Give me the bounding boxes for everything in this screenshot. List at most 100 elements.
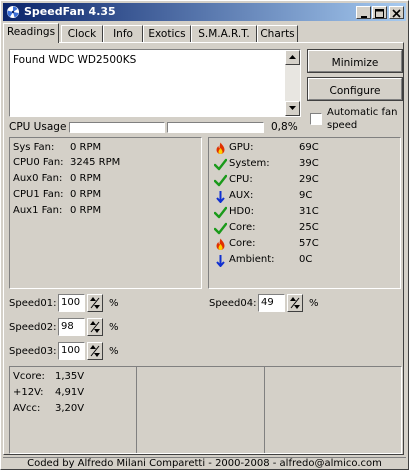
- speedfan-fan-icon: [7, 6, 19, 18]
- temp-value: 0C: [299, 254, 313, 265]
- speed02-unit: %: [109, 322, 119, 333]
- automatic-fan-label-line1: Automatic fan: [327, 107, 398, 118]
- fan-label: Aux1 Fan:: [13, 205, 63, 216]
- close-window-button[interactable]: [389, 6, 404, 19]
- title-bar[interactable]: SpeedFan 4.35: [3, 3, 406, 21]
- tab-readings[interactable]: Readings: [3, 23, 59, 43]
- checkmark-icon: [214, 174, 227, 187]
- minimize-button-label: Minimize: [331, 57, 379, 69]
- fan-value: 0 RPM: [70, 142, 102, 153]
- fan-row: CPU0 Fan: 3245 RPM: [13, 157, 120, 168]
- voltage-label: +12V:: [13, 387, 44, 398]
- fan-row: Aux0 Fan: 0 RPM: [13, 173, 101, 184]
- fan-readings-box: Sys Fan: 0 RPM CPU0 Fan: 3245 RPM Aux0 Fan…: [9, 137, 202, 289]
- updown-arrows-icon: [290, 297, 300, 309]
- temp-value: 31C: [299, 206, 319, 217]
- column-divider: [264, 367, 265, 453]
- speed03-updown-button[interactable]: [87, 342, 103, 360]
- temp-label: AUX:: [229, 190, 254, 201]
- fan-row: Aux1 Fan: 0 RPM: [13, 205, 101, 216]
- voltage-label: Vcore:: [13, 371, 45, 382]
- speed03-label: Speed03:: [9, 346, 57, 357]
- cpu-usage-label: CPU Usage: [9, 121, 67, 133]
- scroll-down-button[interactable]: [285, 101, 300, 116]
- automatic-fan-speed-checkbox[interactable]: [310, 113, 322, 125]
- temp-value: 69C: [299, 142, 319, 153]
- configure-button[interactable]: Configure: [307, 77, 403, 101]
- tab-clock[interactable]: Clock: [61, 25, 103, 42]
- speed01-updown-button[interactable]: [87, 294, 103, 312]
- automatic-fan-label-line2: speed: [327, 120, 358, 131]
- speed03-input[interactable]: 100: [58, 342, 85, 360]
- checkmark-icon: [214, 206, 227, 219]
- scroll-up-button[interactable]: [285, 50, 300, 65]
- checkmark-icon: [214, 158, 227, 171]
- tab-strip: Readings Clock Info Exotics S.M.A.R.T. C…: [3, 23, 406, 43]
- temp-label: GPU:: [229, 142, 254, 153]
- fan-value: 0 RPM: [70, 205, 102, 216]
- close-icon: [392, 9, 401, 18]
- maximize-window-button[interactable]: [372, 6, 387, 19]
- log-text: Found WDC WD2500KS: [13, 54, 137, 66]
- down-arrow-icon: [216, 255, 225, 267]
- flame-icon: [216, 142, 225, 154]
- fan-value: 0 RPM: [70, 173, 102, 184]
- log-box[interactable]: Found WDC WD2500KS: [9, 49, 301, 117]
- fan-value: 3245 RPM: [70, 157, 121, 168]
- flame-icon: [216, 238, 225, 250]
- voltage-value: 4,91V: [55, 387, 85, 398]
- minimize-icon: [360, 16, 367, 18]
- maximize-icon: [375, 9, 384, 18]
- tab-charts[interactable]: Charts: [257, 25, 298, 42]
- temp-value: 39C: [299, 158, 319, 169]
- temp-value: 9C: [299, 190, 313, 201]
- speed02-updown-button[interactable]: [87, 318, 103, 336]
- minimize-button[interactable]: Minimize: [307, 49, 403, 73]
- column-divider: [136, 367, 137, 453]
- checkmark-icon: [214, 222, 227, 235]
- speed01-label: Speed01:: [9, 298, 57, 309]
- speed03-unit: %: [109, 346, 119, 357]
- temp-value: 29C: [299, 174, 319, 185]
- updown-arrows-icon: [90, 321, 100, 333]
- temp-value: 57C: [299, 238, 319, 249]
- updown-arrows-icon: [90, 297, 100, 309]
- speed04-label: Speed04:: [209, 298, 257, 309]
- fan-label: Sys Fan:: [13, 142, 55, 153]
- cpu-usage-value: 0,8%: [271, 121, 298, 133]
- fan-label: Aux0 Fan:: [13, 173, 63, 184]
- temp-value: 25C: [299, 222, 319, 233]
- tab-exotics[interactable]: Exotics: [143, 25, 191, 42]
- log-scrollbar[interactable]: [285, 50, 300, 116]
- updown-arrows-icon: [90, 345, 100, 357]
- speed02-input[interactable]: 98: [58, 318, 85, 336]
- scroll-down-arrow-icon: [289, 106, 296, 110]
- speedfan-window: SpeedFan 4.35 Readings Clock Info Exotic…: [0, 0, 409, 470]
- configure-button-label: Configure: [329, 85, 381, 97]
- minimize-button-face: Minimize: [308, 50, 402, 72]
- tab-smart[interactable]: S.M.A.R.T.: [191, 25, 257, 42]
- minimize-window-button[interactable]: [356, 6, 371, 19]
- speed01-input[interactable]: 100: [58, 294, 85, 312]
- cpu-usage-bar-1: [69, 122, 165, 133]
- temp-label: Core:: [229, 238, 256, 249]
- speed04-updown-button[interactable]: [287, 294, 303, 312]
- voltage-label: AVcc:: [13, 403, 41, 414]
- speed04-unit: %: [309, 298, 319, 309]
- temperature-readings-box: GPU: 69C System: 39C CPU: 29C AUX: 9C HD…: [208, 137, 401, 289]
- status-bar: Coded by Alfredo Milani Comparetti - 200…: [3, 457, 406, 470]
- voltage-readings-box: Vcore: 1,35V +12V: 4,91V AVcc: 3,20V: [9, 366, 402, 454]
- tab-info[interactable]: Info: [103, 25, 143, 42]
- window-title: SpeedFan 4.35: [24, 5, 116, 18]
- cpu-usage-bar-2: [167, 122, 264, 133]
- fan-value: 0 RPM: [70, 189, 102, 200]
- temp-label: System:: [229, 158, 270, 169]
- fan-label: CPU1 Fan:: [13, 189, 64, 200]
- speed04-input[interactable]: 49: [258, 294, 285, 312]
- voltage-value: 3,20V: [55, 403, 85, 414]
- fan-row: CPU1 Fan: 0 RPM: [13, 189, 101, 200]
- fan-label: CPU0 Fan:: [13, 157, 64, 168]
- fan-row: Sys Fan: 0 RPM: [13, 142, 101, 153]
- voltage-value: 1,35V: [55, 371, 85, 382]
- down-arrow-icon: [216, 191, 225, 203]
